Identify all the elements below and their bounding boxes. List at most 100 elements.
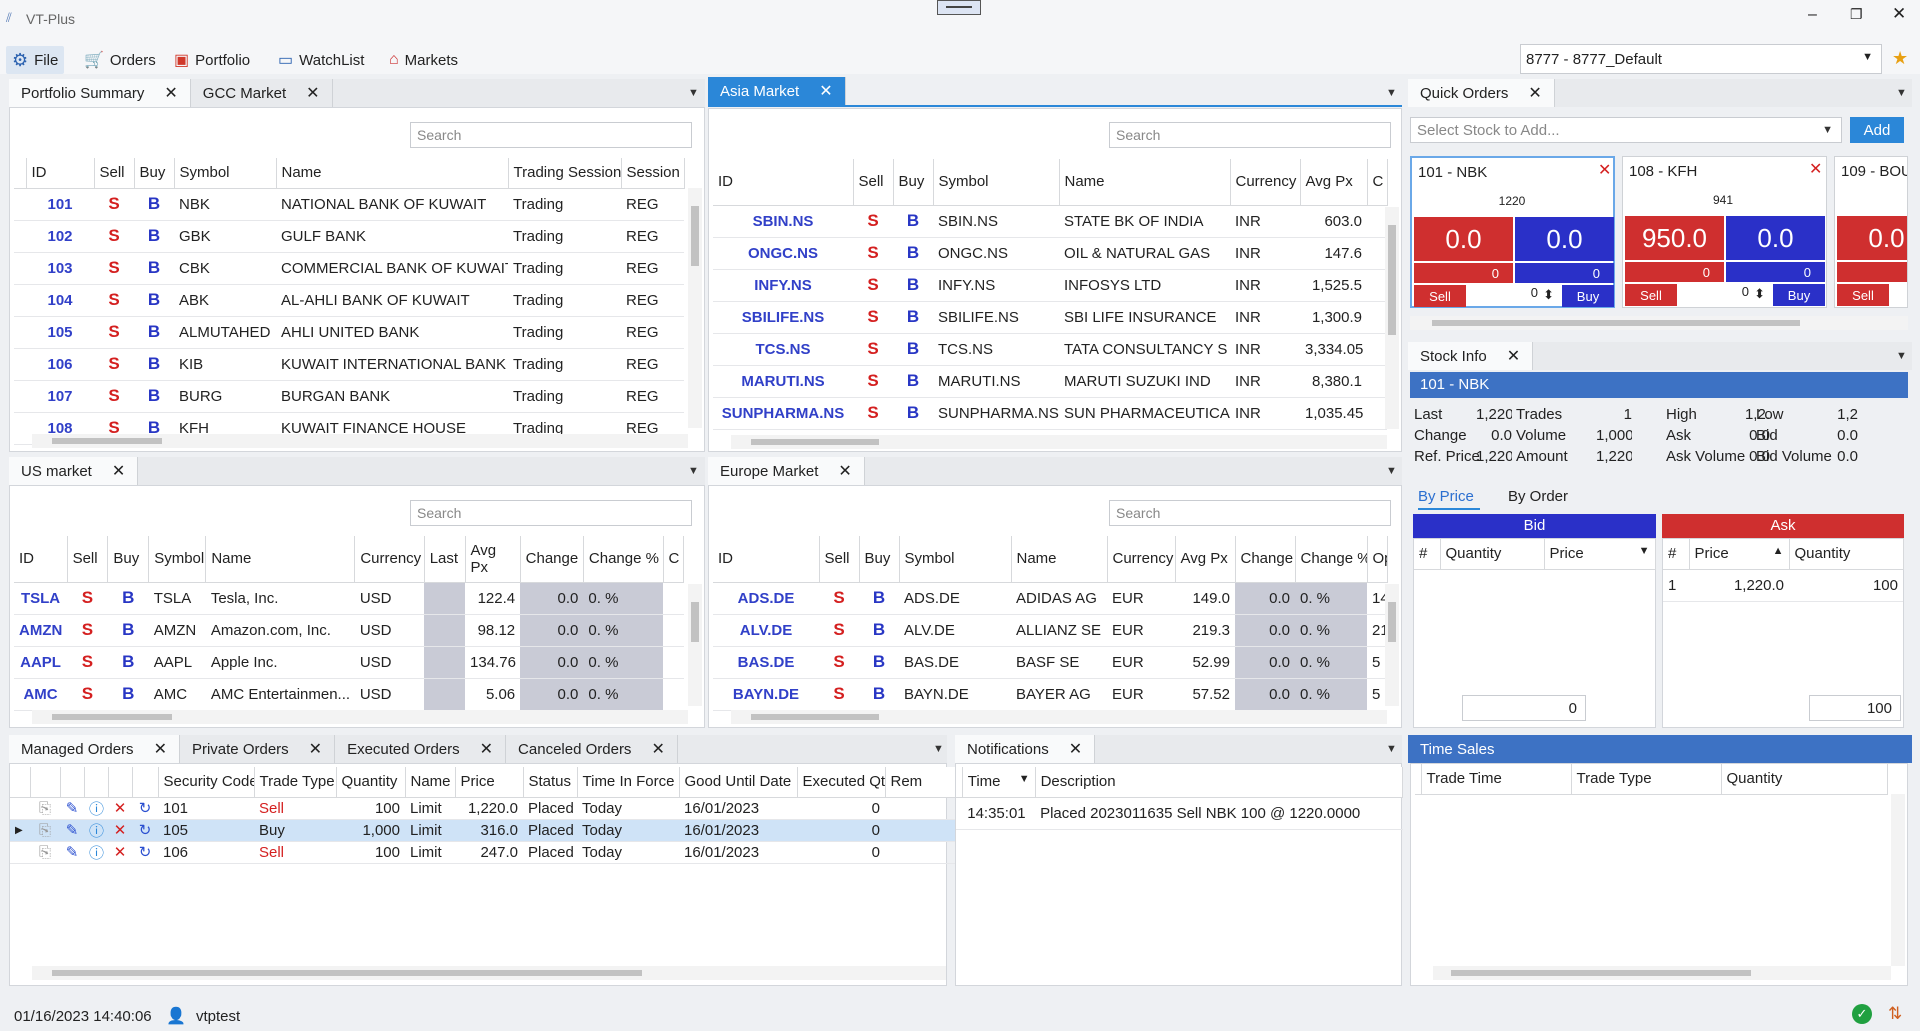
table-row[interactable]: AMZN S B AMZN Amazon.com, Inc. USD 98.12 0.0 0. … xyxy=(14,614,684,647)
tab-asia-market[interactable]: Asia Market ✕ xyxy=(708,77,846,105)
sell-button[interactable]: S xyxy=(67,582,108,615)
panel-menu-icon[interactable]: ▼ xyxy=(1386,743,1397,755)
sell-button[interactable]: S xyxy=(853,365,893,398)
col-quantity[interactable]: Quantity xyxy=(1721,764,1888,795)
col-currency[interactable]: Currency xyxy=(354,536,425,583)
tab-executed-orders[interactable]: Executed Orders ✕ xyxy=(335,735,507,763)
sell-button[interactable]: Sell xyxy=(1837,284,1889,306)
col-trade-time[interactable]: Trade Time xyxy=(1421,764,1572,795)
table-row[interactable]: 105 S B ALMUTAHED AHLI UNITED BANK Trading REG xyxy=(14,316,684,349)
table-row[interactable]: ⎘ ✎ ⓘ ✕ ↻ 106 Sell 100 Limit 247.0 Placed Today 16/0… xyxy=(10,841,968,864)
buy-button[interactable]: B xyxy=(107,614,149,647)
panel-menu-icon[interactable]: ▼ xyxy=(1386,87,1397,99)
ask-row[interactable]: 1 1,220.0 100 xyxy=(1663,569,1903,602)
edit-icon[interactable]: ✎ xyxy=(60,819,84,842)
menu-orders[interactable]: 🛒 Orders xyxy=(78,46,162,74)
info-icon[interactable]: ⓘ xyxy=(84,797,108,820)
cell-id[interactable]: AMC xyxy=(14,678,68,711)
col-sell[interactable]: Sell xyxy=(94,158,135,189)
buy-button[interactable]: Buy xyxy=(1773,284,1825,306)
vertical-scrollbar[interactable] xyxy=(1891,794,1905,966)
table-row[interactable]: 101 S B NBK NATIONAL BANK OF KUWAIT Trading RE… xyxy=(14,188,684,221)
sell-button[interactable]: S xyxy=(67,646,108,679)
close-icon[interactable]: ✕ xyxy=(309,739,322,759)
col-change-pct[interactable]: Change % xyxy=(1295,536,1368,583)
tab-private-orders[interactable]: Private Orders ✕ xyxy=(180,735,336,763)
close-icon[interactable]: ✕ xyxy=(154,739,167,759)
buy-button[interactable]: B xyxy=(893,397,933,430)
buy-button[interactable]: B xyxy=(859,646,899,679)
search-input[interactable]: Search xyxy=(1109,122,1391,148)
quantity-stepper[interactable]: 0 ⬍ xyxy=(1470,285,1556,307)
close-icon[interactable]: ✕ xyxy=(112,461,125,481)
col-good-until-date[interactable]: Good Until Date xyxy=(679,767,798,798)
col-trade-type[interactable]: Trade Type xyxy=(1571,764,1722,795)
col-price[interactable]: Price ▼ xyxy=(1544,539,1656,570)
sell-button[interactable]: S xyxy=(853,397,893,430)
menu-markets[interactable]: ⌂ Markets xyxy=(383,46,464,74)
table-row[interactable]: 14:35:01 Placed 2023011635 Sell NBK 100 @… xyxy=(956,797,1403,830)
horizontal-scrollbar[interactable] xyxy=(32,710,688,724)
sell-button[interactable]: S xyxy=(94,380,134,413)
buy-button[interactable]: B xyxy=(134,252,174,285)
col-symbol[interactable]: Symbol xyxy=(933,159,1060,206)
cell-id[interactable]: BAYN.DE xyxy=(713,678,819,711)
col-name[interactable]: Name xyxy=(405,767,456,798)
tab-by-order[interactable]: By Order xyxy=(1508,488,1568,505)
sell-button[interactable]: S xyxy=(94,348,134,381)
col-name[interactable]: Name xyxy=(276,158,509,189)
col-index[interactable]: # xyxy=(1663,539,1690,570)
col-trading-session[interactable]: Trading Session xyxy=(508,158,622,189)
col-last[interactable]: Last xyxy=(424,536,466,583)
col-buy[interactable]: Buy xyxy=(107,536,150,583)
tab-us-market[interactable]: US market ✕ xyxy=(9,457,139,485)
add-stock-button[interactable]: Add xyxy=(1850,117,1904,143)
col-currency[interactable]: Currency xyxy=(1230,159,1301,206)
col-sell[interactable]: Sell xyxy=(819,536,860,583)
cell-id[interactable]: 106 xyxy=(26,348,94,381)
sell-button[interactable]: S xyxy=(94,316,134,349)
edit-icon[interactable]: ✎ xyxy=(60,841,84,864)
col-quantity[interactable]: Quantity xyxy=(1440,539,1545,570)
ask-price-box[interactable]: 0.0 xyxy=(1515,217,1614,261)
col-symbol[interactable]: Symbol xyxy=(174,158,277,189)
table-row[interactable]: SBIN.NS S B SBIN.NS STATE BK OF INDIA INR 603.… xyxy=(713,205,1387,238)
close-window-icon[interactable]: ✕ xyxy=(1892,4,1906,24)
col-name[interactable]: Name xyxy=(1011,536,1108,583)
cell-id[interactable]: 107 xyxy=(26,380,94,413)
sell-button[interactable]: S xyxy=(853,237,893,270)
table-row[interactable]: 106 S B KIB KUWAIT INTERNATIONAL BANK Trading… xyxy=(14,348,684,381)
vertical-scrollbar[interactable] xyxy=(1385,207,1399,429)
ask-price-box[interactable]: 0.0 xyxy=(1726,216,1825,260)
sell-button[interactable]: S xyxy=(94,284,134,317)
col-executed-qty[interactable]: Executed Qty xyxy=(797,767,886,798)
history-icon[interactable]: ↻ xyxy=(132,797,158,820)
sell-button[interactable]: S xyxy=(67,678,108,711)
cell-id[interactable]: SBIN.NS xyxy=(713,205,853,238)
buy-button[interactable]: B xyxy=(859,678,899,711)
tab-managed-orders[interactable]: Managed Orders ✕ xyxy=(9,735,180,763)
cell-id[interactable]: 104 xyxy=(26,284,94,317)
buy-button[interactable]: B xyxy=(893,301,933,334)
horizontal-scrollbar[interactable] xyxy=(32,434,688,448)
buy-button[interactable]: B xyxy=(134,220,174,253)
panel-menu-icon[interactable]: ▼ xyxy=(1896,350,1907,362)
cell-id[interactable]: BAS.DE xyxy=(713,646,819,679)
col-change-pct[interactable]: Change % xyxy=(583,536,664,583)
close-icon[interactable]: ✕ xyxy=(1528,83,1541,103)
bid-price-box[interactable]: 0.0 xyxy=(1414,217,1513,261)
tab-time-sales[interactable]: Time Sales xyxy=(1408,735,1506,763)
col-buy[interactable]: Buy xyxy=(893,159,934,206)
col-session[interactable]: Session xyxy=(621,158,685,189)
vertical-scrollbar[interactable] xyxy=(688,188,702,428)
col-index[interactable]: # xyxy=(1414,539,1441,570)
col-id[interactable]: ID xyxy=(26,158,95,189)
table-row[interactable]: SBILIFE.NS S B SBILIFE.NS SBI LIFE INSURANCE… xyxy=(713,301,1387,334)
quick-order-card[interactable]: 101 - NBK ✕ 1220 0.0 0.0 0 0 Sell 0 ⬍ Buy xyxy=(1410,156,1615,308)
cell-id[interactable]: ONGC.NS xyxy=(713,237,853,270)
col-c[interactable]: C xyxy=(1367,159,1388,206)
close-icon[interactable]: ✕ xyxy=(1598,160,1611,180)
buy-button[interactable]: B xyxy=(893,205,933,238)
quantity-stepper[interactable]: ⬍ xyxy=(1893,284,1907,306)
search-input[interactable]: Search xyxy=(410,500,692,526)
